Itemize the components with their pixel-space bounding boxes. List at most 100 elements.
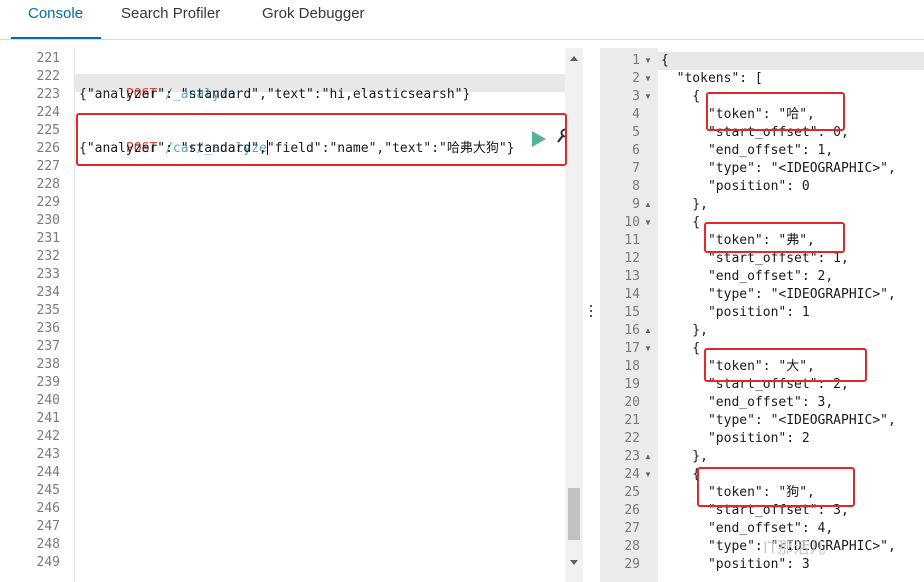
line-number: 22 (624, 431, 640, 446)
scroll-down-icon[interactable] (570, 560, 578, 565)
line-number: 9 (632, 197, 640, 212)
line-number: 238 (36, 357, 60, 372)
scrollbar-thumb[interactable] (568, 488, 580, 540)
fold-open-icon[interactable]: ▼ (644, 70, 654, 88)
line-number: 24 (624, 467, 640, 482)
line-number: 234 (36, 285, 60, 300)
output-gutter: 1 ▼ 2 ▼ 3 ▼ 4 5 6 7 8 9 ▲ 10 ▼ 11 12 13 14 15 16 ▲ 17 ▼ 18 19 20 21… (600, 48, 658, 582)
output-line: { (661, 467, 701, 482)
output-line: "end_offset": 3, (661, 395, 834, 410)
line-number: 16 (624, 323, 640, 338)
line-number: 231 (36, 231, 60, 246)
line-number: 223 (36, 87, 60, 102)
output-line: { (661, 341, 701, 356)
line-number: 246 (36, 501, 60, 516)
output-line: "position": 1 (661, 305, 810, 320)
line-number: 5 (632, 125, 640, 140)
line-number: 25 (624, 485, 640, 500)
line-number: 237 (36, 339, 60, 354)
output-line: { (661, 89, 701, 104)
line-number: 247 (36, 519, 60, 534)
output-line: "end_offset": 2, (661, 269, 834, 284)
line-number: 235 (36, 303, 60, 318)
line-number: 14 (624, 287, 640, 302)
fold-open-icon[interactable]: ▼ (644, 340, 654, 358)
scroll-up-icon[interactable] (570, 56, 578, 61)
request-1-body[interactable]: {"analyzer": "standard","text":"hi,elast… (79, 86, 470, 104)
line-number: 29 (624, 557, 640, 572)
fold-close-icon[interactable]: ▲ (644, 322, 654, 340)
line-number: 27 (624, 521, 640, 536)
highlight-box-token-4 (697, 467, 855, 507)
line-number: 19 (624, 377, 640, 392)
line-number: 17 (624, 341, 640, 356)
line-number: 230 (36, 213, 60, 228)
output-line: "type": "<IDEOGRAPHIC>", (661, 287, 896, 302)
line-number: 1 (632, 53, 640, 68)
watermark: IT那活儿 (763, 538, 826, 557)
line-number: 10 (624, 215, 640, 230)
fold-close-icon[interactable]: ▲ (644, 196, 654, 214)
line-number: 243 (36, 447, 60, 462)
line-number: 20 (624, 395, 640, 410)
line-number: 2 (632, 71, 640, 86)
output-line: "tokens": [ (661, 71, 763, 86)
line-number: 8 (632, 179, 640, 194)
line-number: 239 (36, 375, 60, 390)
active-tab-indicator (11, 37, 101, 39)
line-number: 28 (624, 539, 640, 554)
highlight-box-token-1 (706, 92, 845, 131)
line-number: 13 (624, 269, 640, 284)
fold-open-icon[interactable]: ▼ (644, 214, 654, 232)
line-number: 4 (632, 107, 640, 122)
line-number: 242 (36, 429, 60, 444)
output-line: "position": 3 (661, 557, 810, 572)
line-number: 228 (36, 177, 60, 192)
tab-grok-debugger[interactable]: Grok Debugger (262, 4, 365, 32)
line-number: 21 (624, 413, 640, 428)
line-number: 224 (36, 105, 60, 120)
line-number: 233 (36, 267, 60, 282)
line-number: 229 (36, 195, 60, 210)
line-number: 23 (624, 449, 640, 464)
line-number: 225 (36, 123, 60, 138)
line-number: 236 (36, 321, 60, 336)
line-number: 232 (36, 249, 60, 264)
line-number: 241 (36, 411, 60, 426)
line-number: 221 (36, 51, 60, 66)
line-number: 240 (36, 393, 60, 408)
highlight-box-token-2 (704, 222, 845, 253)
console-tabs: Console Search Profiler Grok Debugger (0, 0, 924, 40)
output-line: { (661, 53, 669, 68)
line-number: 12 (624, 251, 640, 266)
output-line: "type": "<IDEOGRAPHIC>", (661, 161, 896, 176)
line-number: 7 (632, 161, 640, 176)
highlight-box-request (76, 113, 567, 166)
output-line: "end_offset": 1, (661, 143, 834, 158)
line-number: 245 (36, 483, 60, 498)
output-line: "type": "<IDEOGRAPHIC>", (661, 413, 896, 428)
line-number: 222 (36, 69, 60, 84)
drag-handle-icon (590, 305, 593, 317)
fold-open-icon[interactable]: ▼ (644, 52, 654, 70)
output-line: }, (661, 323, 708, 338)
output-line: }, (661, 197, 708, 212)
request-1-line[interactable]: POST /_analyze (79, 68, 236, 102)
line-number: 6 (632, 143, 640, 158)
line-number: 3 (632, 89, 640, 104)
fold-open-icon[interactable]: ▼ (644, 466, 654, 484)
output-line: "position": 0 (661, 179, 810, 194)
fold-open-icon[interactable]: ▼ (644, 88, 654, 106)
line-number: 227 (36, 159, 60, 174)
line-number: 226 (36, 141, 60, 156)
tab-search-profiler[interactable]: Search Profiler (121, 4, 220, 32)
fold-close-icon[interactable]: ▲ (644, 448, 654, 466)
tab-console[interactable]: Console (28, 4, 83, 32)
highlight-box-token-3 (704, 348, 867, 382)
pane-resizer[interactable] (584, 48, 600, 582)
output-line: }, (661, 449, 708, 464)
line-number: 26 (624, 503, 640, 518)
line-number: 244 (36, 465, 60, 480)
output-line: { (661, 215, 701, 230)
editor-scrollbar[interactable] (565, 48, 583, 582)
